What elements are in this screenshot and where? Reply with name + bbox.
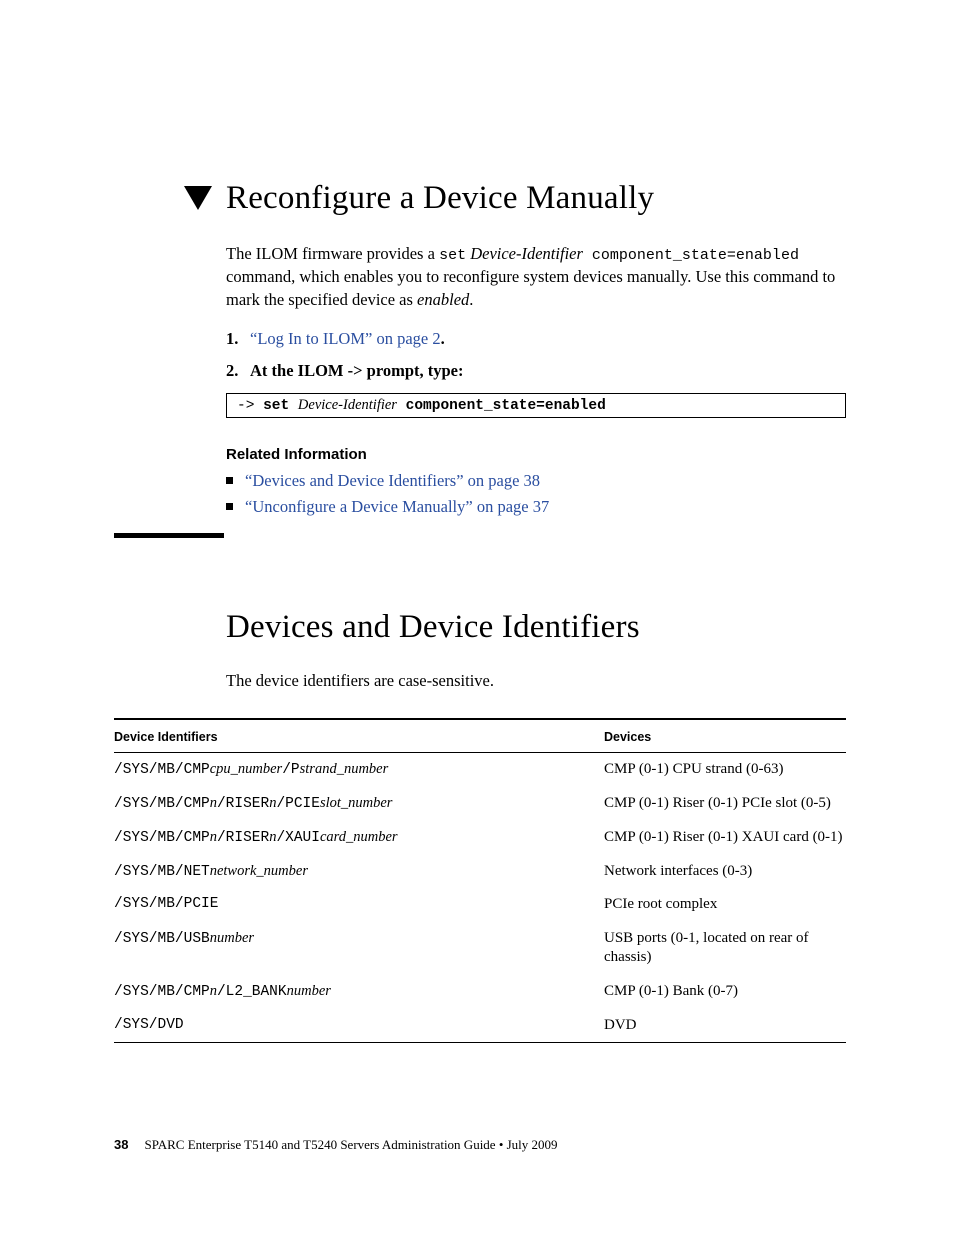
identifier-cell: /SYS/MB/CMPn/RISERn/PCIEslot_number [114,794,604,814]
intro-text: The ILOM firmware provides a [226,244,439,263]
cmd-prompt: -> [237,398,263,414]
related-link-2[interactable]: “Unconfigure a Device Manually” on page … [245,497,549,517]
page-number: 38 [114,1137,128,1152]
identifier-cell: /SYS/MB/CMPn/L2_BANKnumber [114,982,604,1002]
table-row: /SYS/MB/CMPn/L2_BANKnumberCMP (0-1) Bank… [114,975,846,1009]
related-info-heading: Related Information [226,446,846,463]
header-devices: Devices [604,730,846,744]
device-cell: CMP (0-1) Bank (0-7) [604,982,846,1002]
table-row: /SYS/MB/CMPn/RISERn/PCIEslot_numberCMP (… [114,787,846,821]
device-cell: USB ports (0-1, located on rear of chass… [604,929,846,968]
table-row: /SYS/MB/NETnetwork_numberNetwork interfa… [114,855,846,889]
step1-number: 1. [226,329,242,349]
section1-title: Reconfigure a Device Manually [226,180,654,217]
table-row: /SYS/MB/USBnumberUSB ports (0-1, located… [114,922,846,975]
step2-text: At the ILOM -> prompt, type: [250,361,464,381]
table-body: /SYS/MB/CMPcpu_number/Pstrand_numberCMP … [114,753,846,1043]
section-heading-row: Reconfigure a Device Manually [184,180,846,217]
device-cell: PCIe root complex [604,895,846,915]
command-box: -> set Device-Identifier component_state… [226,393,846,418]
identifier-cell: /SYS/MB/CMPn/RISERn/XAUIcard_number [114,828,604,848]
identifier-cell: /SYS/DVD [114,1016,604,1035]
intro-device-identifier: Device-Identifier [470,244,583,263]
device-cell: DVD [604,1016,846,1036]
device-cell: CMP (0-1) Riser (0-1) PCIe slot (0-5) [604,794,846,814]
section1-intro: The ILOM firmware provides a set Device-… [226,243,846,311]
procedure-steps: 1. “Log In to ILOM” on page 2. 2. At the… [226,329,846,381]
device-cell: CMP (0-1) CPU strand (0-63) [604,760,846,780]
related-link-1[interactable]: “Devices and Device Identifiers” on page… [245,471,540,491]
device-cell: CMP (0-1) Riser (0-1) XAUI card (0-1) [604,828,846,848]
device-cell: Network interfaces (0-3) [604,862,846,882]
device-identifiers-table: Device Identifiers Devices /SYS/MB/CMPcp… [114,718,846,1043]
step1-content: “Log In to ILOM” on page 2. [250,329,445,349]
cmd-device: Device-Identifier [298,397,397,413]
header-identifiers: Device Identifiers [114,730,604,744]
related-item: “Devices and Device Identifiers” on page… [226,471,846,491]
section2-intro: The device identifiers are case-sensitiv… [226,670,846,692]
intro-line2: command, which enables you to reconfigur… [226,267,835,308]
step1-period: . [441,329,445,348]
section2-title: Devices and Device Identifiers [226,609,846,646]
bullet-icon [226,503,233,510]
table-header-row: Device Identifiers Devices [114,720,846,753]
table-row: /SYS/MB/CMPcpu_number/Pstrand_numberCMP … [114,753,846,787]
section-divider-bar [114,533,224,538]
step2-number: 2. [226,361,242,381]
identifier-cell: /SYS/MB/CMPcpu_number/Pstrand_number [114,760,604,780]
table-row: /SYS/DVDDVD [114,1009,846,1043]
step-1: 1. “Log In to ILOM” on page 2. [226,329,846,349]
intro-period: . [469,290,473,309]
step-2: 2. At the ILOM -> prompt, type: [226,361,846,381]
identifier-cell: /SYS/MB/NETnetwork_number [114,862,604,882]
step1-link[interactable]: “Log In to ILOM” on page 2 [250,329,441,348]
identifier-cell: /SYS/MB/USBnumber [114,929,604,949]
procedure-marker-icon [184,186,212,212]
related-info-list: “Devices and Device Identifiers” on page… [226,471,846,517]
page-footer: 38 SPARC Enterprise T5140 and T5240 Serve… [114,1137,558,1153]
identifier-cell: /SYS/MB/PCIE [114,895,604,914]
table-row: /SYS/MB/CMPn/RISERn/XAUIcard_numberCMP (… [114,821,846,855]
table-row: /SYS/MB/PCIEPCIe root complex [114,888,846,922]
bullet-icon [226,477,233,484]
footer-text: SPARC Enterprise T5140 and T5240 Servers… [144,1137,557,1152]
intro-cmd: set [439,247,466,264]
intro-suffix: component_state=enabled [583,247,799,264]
intro-enabled: enabled [417,290,469,309]
cmd-rest: component_state=enabled [397,398,606,414]
related-item: “Unconfigure a Device Manually” on page … [226,497,846,517]
cmd-set: set [263,398,298,414]
